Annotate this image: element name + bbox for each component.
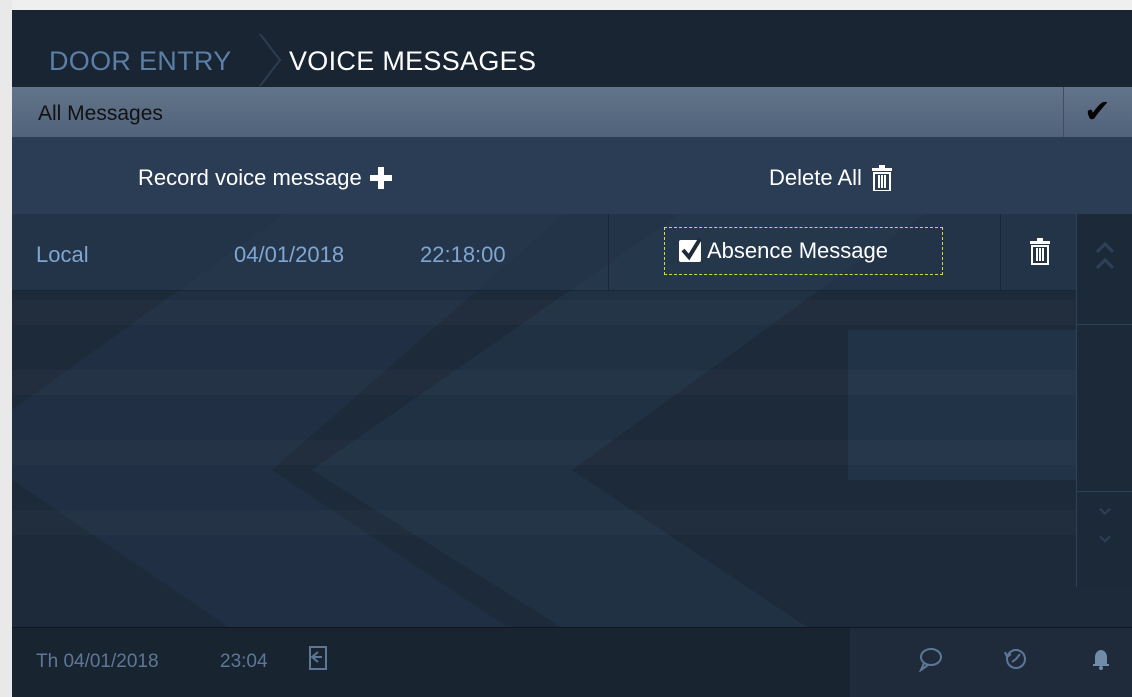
- status-bar: Th 04/01/2018 23:04: [12, 627, 1132, 697]
- delete-all-button[interactable]: Delete All: [769, 163, 892, 193]
- plus-icon: [369, 167, 392, 189]
- header: DOOR ENTRY VOICE MESSAGES: [12, 10, 1132, 87]
- absence-message-label: Absence Message: [707, 238, 888, 263]
- message-list: Local 04/01/2018 22:18:00 Absence Messag…: [12, 214, 1076, 627]
- screen: DOOR ENTRY VOICE MESSAGES All Messages ✔…: [12, 10, 1132, 697]
- scrollbar-divider: [1077, 491, 1132, 492]
- message-time: 22:18:00: [420, 242, 506, 267]
- record-label: Record voice message: [138, 165, 362, 190]
- filter-divider: [1063, 87, 1064, 137]
- status-date: Th 04/01/2018: [36, 651, 159, 672]
- message-date: 04/01/2018: [234, 242, 345, 267]
- status-time: 23:04: [220, 651, 268, 672]
- row-divider: [1000, 214, 1001, 290]
- message-source: Local: [36, 242, 89, 267]
- exit-icon[interactable]: [306, 645, 328, 671]
- scroll-page-up-icon[interactable]: [1077, 228, 1132, 278]
- message-row[interactable]: Local 04/01/2018 22:18:00 Absence Messag…: [12, 214, 1076, 291]
- delete-message-trash-icon[interactable]: [1030, 237, 1050, 265]
- row-divider: [608, 214, 609, 290]
- absence-message-checkbox[interactable]: Absence Message: [664, 227, 943, 275]
- action-bar: Record voice message Delete All: [12, 137, 1132, 214]
- record-voice-message-button[interactable]: Record voice message: [138, 163, 392, 193]
- filter-selected-label: All Messages: [38, 102, 163, 125]
- history-icon[interactable]: [1003, 646, 1029, 672]
- checkbox-checked-icon: [679, 237, 702, 262]
- bell-icon[interactable]: [1089, 646, 1113, 672]
- breadcrumb-door-entry[interactable]: DOOR ENTRY: [49, 46, 232, 77]
- scrollbar[interactable]: [1076, 214, 1132, 587]
- outer-frame-left: [0, 0, 12, 697]
- page-title: VOICE MESSAGES: [289, 46, 537, 76]
- filter-dropdown[interactable]: All Messages ✔: [12, 87, 1132, 137]
- breadcrumb-separator-icon: [259, 33, 282, 87]
- delete-all-label: Delete All: [769, 165, 862, 190]
- checkmark-icon[interactable]: ✔: [1084, 93, 1111, 129]
- chat-icon[interactable]: [917, 646, 943, 672]
- scrollbar-divider: [1077, 324, 1132, 325]
- trash-icon: [871, 165, 892, 191]
- scroll-page-down-icon[interactable]: [1077, 500, 1132, 550]
